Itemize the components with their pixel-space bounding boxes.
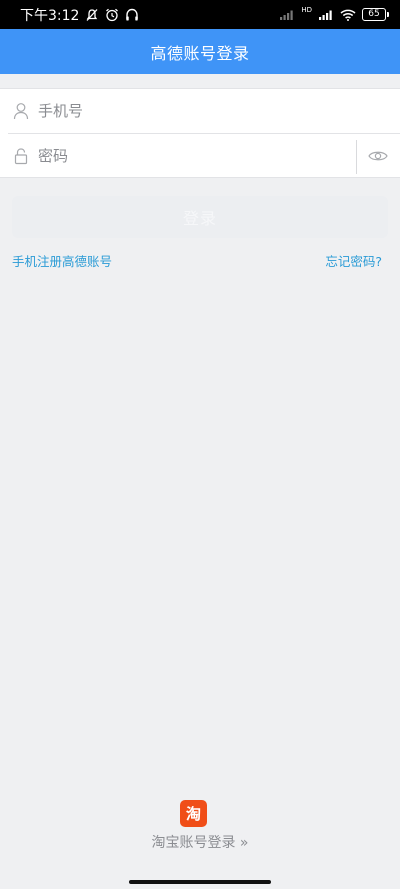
signal-weak-icon	[280, 10, 294, 20]
status-right: HD 65	[279, 6, 389, 21]
status-bar: 下午3:12 HD 65	[0, 0, 400, 29]
battery-icon: 65	[362, 8, 389, 21]
forgot-password-link[interactable]: 忘记密码?	[325, 251, 382, 270]
network-badge: HD	[301, 6, 312, 14]
taobao-login-link[interactable]: 淘宝账号登录 »	[0, 832, 400, 852]
status-left: 下午3:12	[20, 5, 139, 25]
password-separator	[356, 140, 357, 174]
taobao-logo-text: 淘	[185, 805, 201, 823]
user-icon	[13, 103, 29, 120]
taobao-login-label[interactable]: 淘宝账号登录 »	[151, 835, 248, 851]
login-button-label: 登录	[182, 209, 217, 228]
login-button[interactable]: 登录	[12, 196, 388, 238]
headphones-icon	[126, 8, 139, 20]
eye-icon[interactable]	[368, 149, 388, 163]
home-indicator[interactable]	[129, 880, 271, 884]
wifi-icon	[340, 9, 356, 21]
taobao-logo-icon[interactable]: 淘	[180, 800, 207, 827]
password-field[interactable]: 密码	[0, 134, 400, 179]
register-link[interactable]: 手机注册高德账号	[12, 251, 112, 270]
password-input[interactable]: 密码	[38, 134, 68, 179]
login-form: 手机号 密码	[0, 88, 400, 178]
alarm-icon	[106, 8, 119, 21]
phone-field[interactable]: 手机号	[0, 89, 400, 134]
phone-input[interactable]: 手机号	[38, 89, 83, 134]
lock-icon	[14, 148, 28, 165]
mute-bell-icon	[86, 8, 98, 21]
page-title: 高德账号登录	[150, 43, 250, 63]
signal-icon	[319, 10, 332, 20]
status-time: 下午3:12	[20, 7, 80, 24]
app-header: 高德账号登录	[0, 29, 400, 74]
